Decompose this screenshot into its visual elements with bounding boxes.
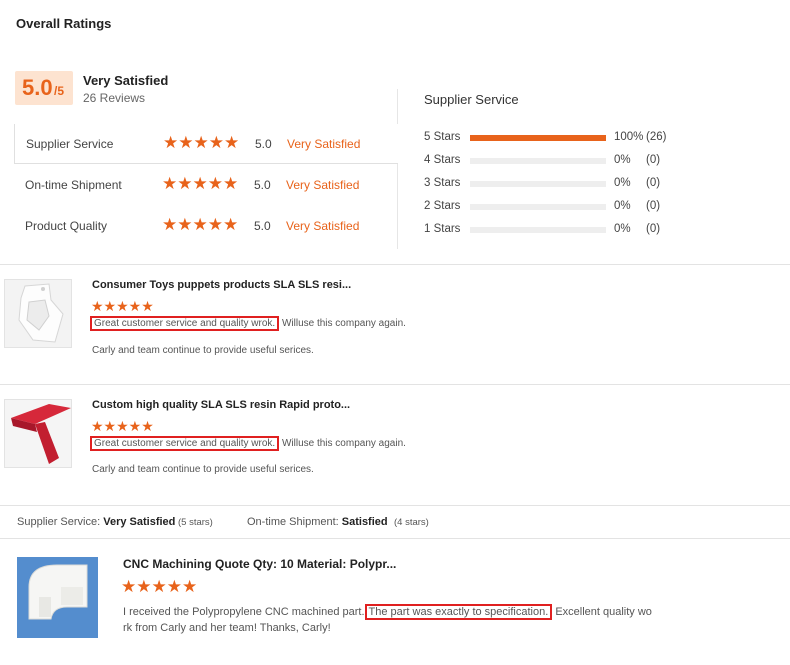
review-count[interactable]: 26 Reviews	[83, 91, 145, 105]
overall-score: 5.0	[22, 75, 53, 100]
rating-value: 5.0	[254, 178, 271, 192]
featured-review-text: I received the Polypropylene CNC machine…	[123, 604, 663, 636]
rating-row-supplier-service[interactable]: Supplier Service ★★★★★ 5.0 Very Satisfie…	[14, 124, 398, 164]
distribution-count: (26)	[646, 131, 667, 143]
review-text-line2: rk from Carly and her team! Thanks, Carl…	[123, 622, 331, 634]
star-level-label: 1 Stars	[424, 223, 461, 235]
distribution-bar	[470, 181, 606, 187]
review-text-rest: Willuse this company again.	[279, 318, 406, 329]
star-level-label: 4 Stars	[424, 154, 461, 166]
overall-label: Very Satisfied	[83, 73, 169, 88]
distribution-bar	[470, 227, 606, 233]
distribution-percent: 100%	[614, 131, 644, 143]
rating-label: Product Quality	[25, 219, 108, 233]
overall-score-badge: 5.0 /5	[15, 71, 73, 105]
ratings-list: Supplier Service ★★★★★ 5.0 Very Satisfie…	[14, 89, 398, 249]
summary-shipment-value: Satisfied	[341, 516, 388, 528]
star-level-label: 2 Stars	[424, 200, 461, 212]
distribution-bar	[470, 158, 606, 164]
distribution-percent: 0%	[614, 223, 631, 235]
review-text-rest: Willuse this company again.	[279, 438, 406, 449]
review-product-title[interactable]: Consumer Toys puppets products SLA SLS r…	[92, 279, 351, 291]
product-thumbnail[interactable]	[4, 279, 72, 348]
highlighted-text: The part was exactly to specification.	[364, 604, 553, 620]
distribution-bar-fill	[470, 135, 606, 141]
star-rating-icon: ★★★★★	[162, 215, 239, 234]
featured-review-title[interactable]: CNC Machining Quote Qty: 10 Material: Po…	[123, 557, 396, 571]
star-level-label: 3 Stars	[424, 177, 461, 189]
distribution-percent: 0%	[614, 200, 631, 212]
product-thumbnail[interactable]	[4, 399, 72, 468]
rating-text: Very Satisfied	[286, 178, 360, 192]
star-rating-icon: ★★★★★	[91, 298, 154, 314]
rating-value: 5.0	[255, 137, 272, 151]
product-thumbnail[interactable]	[17, 557, 98, 638]
overall-score-max: /5	[54, 84, 65, 98]
star-rating-icon: ★★★★★	[121, 577, 198, 596]
distribution-row-4[interactable]: 4 Stars 0% (0)	[424, 153, 684, 169]
distribution-count: (0)	[646, 223, 661, 235]
distribution-count: (0)	[646, 154, 661, 166]
summary-shipment: On-time Shipment: Satisfied	[247, 516, 388, 528]
distribution-percent: 0%	[614, 154, 631, 166]
rating-value: 5.0	[254, 219, 271, 233]
star-rating-icon: ★★★★★	[162, 174, 239, 193]
summary-shipment-label: On-time Shipment:	[247, 516, 339, 528]
summary-service-value: Very Satisfied	[103, 516, 176, 528]
review-text-line2: Carly and team continue to provide usefu…	[92, 345, 314, 356]
rating-text: Very Satisfied	[287, 137, 361, 151]
distribution-row-3[interactable]: 3 Stars 0% (0)	[424, 176, 684, 192]
distribution-percent: 0%	[614, 177, 631, 189]
distribution-row-5[interactable]: 5 Stars 100% (26)	[424, 130, 684, 146]
review-product-title[interactable]: Custom high quality SLA SLS resin Rapid …	[92, 399, 350, 411]
rating-text: Very Satisfied	[286, 219, 360, 233]
review-summary-bar: Supplier Service: Very Satisfied (5 star…	[0, 505, 790, 539]
distribution-bar	[470, 135, 606, 141]
distribution-row-1[interactable]: 1 Stars 0% (0)	[424, 222, 684, 238]
highlighted-text: Great customer service and quality wrok.	[90, 436, 280, 451]
summary-service: Supplier Service: Very Satisfied	[17, 516, 175, 528]
distribution-count: (0)	[646, 177, 661, 189]
review-text: Great customer service and quality wrok.…	[90, 316, 406, 331]
page-title: Overall Ratings	[16, 16, 112, 31]
review-text-after: Excellent quality wo	[552, 606, 652, 618]
rating-label: On-time Shipment	[25, 178, 122, 192]
review-text-before: I received the Polypropylene CNC machine…	[123, 606, 365, 618]
divider	[0, 384, 790, 385]
summary-service-label: Supplier Service:	[17, 516, 101, 528]
rating-row-on-time-shipment[interactable]: On-time Shipment ★★★★★ 5.0 Very Satisfie…	[14, 165, 398, 205]
divider	[0, 264, 790, 265]
star-rating-icon: ★★★★★	[163, 133, 240, 152]
review-text-line2: Carly and team continue to provide usefu…	[92, 464, 314, 475]
star-rating-icon: ★★★★★	[91, 418, 154, 434]
distribution-bar	[470, 204, 606, 210]
distribution-count: (0)	[646, 200, 661, 212]
summary-shipment-stars: (4 stars)	[394, 517, 429, 528]
summary-service-stars: (5 stars)	[178, 517, 213, 528]
review-text: Great customer service and quality wrok.…	[90, 436, 406, 451]
highlighted-text: Great customer service and quality wrok.	[90, 316, 280, 331]
rating-row-product-quality[interactable]: Product Quality ★★★★★ 5.0 Very Satisfied	[14, 206, 398, 246]
rating-label: Supplier Service	[26, 137, 114, 151]
distribution-title: Supplier Service	[424, 92, 519, 107]
star-level-label: 5 Stars	[424, 131, 461, 143]
distribution-row-2[interactable]: 2 Stars 0% (0)	[424, 199, 684, 215]
